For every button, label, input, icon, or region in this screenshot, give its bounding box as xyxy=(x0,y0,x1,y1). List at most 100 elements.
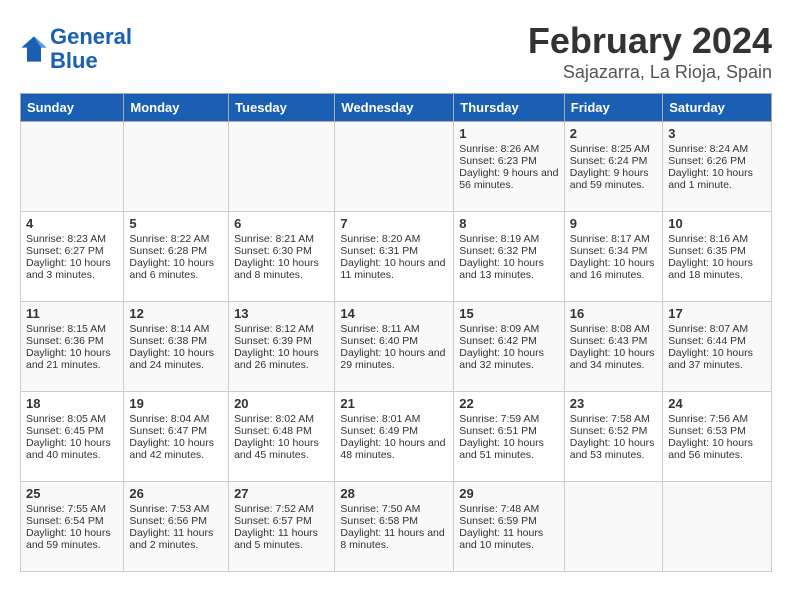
daylight-text: Daylight: 10 hours and 8 minutes. xyxy=(234,257,319,281)
sunrise-text: Sunrise: 8:20 AM xyxy=(340,233,420,245)
calendar-cell xyxy=(335,122,454,212)
sunset-text: Sunset: 6:26 PM xyxy=(668,155,746,167)
calendar-week-row: 4Sunrise: 8:23 AMSunset: 6:27 PMDaylight… xyxy=(21,212,772,302)
calendar-cell xyxy=(21,122,124,212)
sunrise-text: Sunrise: 7:50 AM xyxy=(340,503,420,515)
sunset-text: Sunset: 6:56 PM xyxy=(129,515,207,527)
sunrise-text: Sunrise: 7:48 AM xyxy=(459,503,539,515)
day-number: 24 xyxy=(668,396,766,411)
sunset-text: Sunset: 6:42 PM xyxy=(459,335,537,347)
weekday-header: Tuesday xyxy=(229,94,335,122)
sunset-text: Sunset: 6:43 PM xyxy=(570,335,648,347)
weekday-header-row: SundayMondayTuesdayWednesdayThursdayFrid… xyxy=(21,94,772,122)
sunset-text: Sunset: 6:24 PM xyxy=(570,155,648,167)
sunrise-text: Sunrise: 8:15 AM xyxy=(26,323,106,335)
sunset-text: Sunset: 6:59 PM xyxy=(459,515,537,527)
calendar-cell: 11Sunrise: 8:15 AMSunset: 6:36 PMDayligh… xyxy=(21,302,124,392)
weekday-header: Thursday xyxy=(454,94,565,122)
daylight-text: Daylight: 10 hours and 48 minutes. xyxy=(340,437,445,461)
calendar-cell: 16Sunrise: 8:08 AMSunset: 6:43 PMDayligh… xyxy=(564,302,662,392)
day-number: 10 xyxy=(668,216,766,231)
daylight-text: Daylight: 10 hours and 13 minutes. xyxy=(459,257,544,281)
sunset-text: Sunset: 6:53 PM xyxy=(668,425,746,437)
day-number: 3 xyxy=(668,126,766,141)
calendar-cell: 25Sunrise: 7:55 AMSunset: 6:54 PMDayligh… xyxy=(21,482,124,572)
sunset-text: Sunset: 6:51 PM xyxy=(459,425,537,437)
calendar-cell: 13Sunrise: 8:12 AMSunset: 6:39 PMDayligh… xyxy=(229,302,335,392)
daylight-text: Daylight: 10 hours and 45 minutes. xyxy=(234,437,319,461)
day-number: 11 xyxy=(26,306,118,321)
calendar-cell: 20Sunrise: 8:02 AMSunset: 6:48 PMDayligh… xyxy=(229,392,335,482)
weekday-header: Saturday xyxy=(663,94,772,122)
daylight-text: Daylight: 10 hours and 6 minutes. xyxy=(129,257,214,281)
calendar-cell: 29 Sunrise: 7:48 AMSunset: 6:59 PMDayligh… xyxy=(454,482,565,572)
day-number: 12 xyxy=(129,306,223,321)
logo: GeneralBlue xyxy=(20,25,132,73)
sunset-text: Sunset: 6:45 PM xyxy=(26,425,104,437)
sunrise-text: Sunrise: 8:26 AM xyxy=(459,143,539,155)
sunset-text: Sunset: 6:44 PM xyxy=(668,335,746,347)
calendar-cell: 6Sunrise: 8:21 AMSunset: 6:30 PMDaylight… xyxy=(229,212,335,302)
daylight-text: Daylight: 10 hours and 1 minute. xyxy=(668,167,753,191)
day-number: 5 xyxy=(129,216,223,231)
sunrise-text: Sunrise: 8:17 AM xyxy=(570,233,650,245)
sunrise-text: Sunrise: 7:55 AM xyxy=(26,503,106,515)
sunset-text: Sunset: 6:35 PM xyxy=(668,245,746,257)
daylight-text: Daylight: 11 hours and 2 minutes. xyxy=(129,527,213,551)
calendar-cell: 3 Sunrise: 8:24 AMSunset: 6:26 PMDaylight… xyxy=(663,122,772,212)
sunrise-text: Sunrise: 8:19 AM xyxy=(459,233,539,245)
sunset-text: Sunset: 6:36 PM xyxy=(26,335,104,347)
day-number: 18 xyxy=(26,396,118,411)
daylight-text: Daylight: 10 hours and 24 minutes. xyxy=(129,347,214,371)
sunset-text: Sunset: 6:28 PM xyxy=(129,245,207,257)
daylight-text: Daylight: 11 hours and 5 minutes. xyxy=(234,527,318,551)
sunrise-text: Sunrise: 8:21 AM xyxy=(234,233,314,245)
calendar-cell: 10Sunrise: 8:16 AMSunset: 6:35 PMDayligh… xyxy=(663,212,772,302)
calendar-cell: 15Sunrise: 8:09 AMSunset: 6:42 PMDayligh… xyxy=(454,302,565,392)
sunset-text: Sunset: 6:31 PM xyxy=(340,245,418,257)
sunrise-text: Sunrise: 8:24 AM xyxy=(668,143,748,155)
weekday-header: Sunday xyxy=(21,94,124,122)
calendar-cell: 22Sunrise: 7:59 AMSunset: 6:51 PMDayligh… xyxy=(454,392,565,482)
sunrise-text: Sunrise: 8:09 AM xyxy=(459,323,539,335)
calendar-cell xyxy=(663,482,772,572)
day-number: 25 xyxy=(26,486,118,501)
sunrise-text: Sunrise: 8:11 AM xyxy=(340,323,419,335)
logo-text: GeneralBlue xyxy=(50,25,132,73)
daylight-text: Daylight: 11 hours and 10 minutes. xyxy=(459,527,543,551)
day-number: 8 xyxy=(459,216,559,231)
day-number: 29 xyxy=(459,486,559,501)
daylight-text: Daylight: 10 hours and 3 minutes. xyxy=(26,257,111,281)
sunrise-text: Sunrise: 8:01 AM xyxy=(340,413,420,425)
sunset-text: Sunset: 6:23 PM xyxy=(459,155,537,167)
day-number: 28 xyxy=(340,486,448,501)
calendar-week-row: 1 Sunrise: 8:26 AMSunset: 6:23 PM Daylight… xyxy=(21,122,772,212)
sunrise-text: Sunrise: 7:53 AM xyxy=(129,503,209,515)
daylight-text: Daylight: 10 hours and 37 minutes. xyxy=(668,347,753,371)
calendar-week-row: 25Sunrise: 7:55 AMSunset: 6:54 PMDayligh… xyxy=(21,482,772,572)
logo-icon xyxy=(20,35,48,63)
weekday-header: Monday xyxy=(124,94,229,122)
daylight-text: Daylight: 10 hours and 32 minutes. xyxy=(459,347,544,371)
calendar-cell: 2Sunrise: 8:25 AMSunset: 6:24 PMDaylight… xyxy=(564,122,662,212)
calendar-week-row: 11 Sunrise: 8:15 AMSunset: 6:36 PM Dayligh… xyxy=(21,302,772,392)
sunrise-text: Sunrise: 8:14 AM xyxy=(129,323,209,335)
calendar-cell: 17Sunrise: 8:07 AMSunset: 6:44 PMDayligh… xyxy=(663,302,772,392)
day-number: 1 xyxy=(459,126,559,141)
calendar-cell: 18Sunrise: 8:05 AMSunset: 6:45 PMDayligh… xyxy=(21,392,124,482)
sunrise-text: Sunrise: 7:56 AM xyxy=(668,413,748,425)
calendar-cell: 12Sunrise: 8:14 AMSunset: 6:38 PMDayligh… xyxy=(124,302,229,392)
sunrise-text: Sunrise: 8:12 AM xyxy=(234,323,314,335)
sunrise-text: Sunrise: 8:05 AM xyxy=(26,413,106,425)
calendar-cell xyxy=(564,482,662,572)
main-title: February 2024 xyxy=(528,20,772,62)
day-number: 23 xyxy=(570,396,657,411)
daylight-text: Daylight: 10 hours and 53 minutes. xyxy=(570,437,655,461)
daylight-text: Daylight: 10 hours and 29 minutes. xyxy=(340,347,445,371)
daylight-text: Daylight: 10 hours and 51 minutes. xyxy=(459,437,544,461)
day-number: 19 xyxy=(129,396,223,411)
sunrise-text: Sunrise: 8:25 AM xyxy=(570,143,650,155)
daylight-text: Daylight: 10 hours and 16 minutes. xyxy=(570,257,655,281)
sunrise-text: Sunrise: 8:08 AM xyxy=(570,323,650,335)
calendar-cell: 19Sunrise: 8:04 AMSunset: 6:47 PMDayligh… xyxy=(124,392,229,482)
